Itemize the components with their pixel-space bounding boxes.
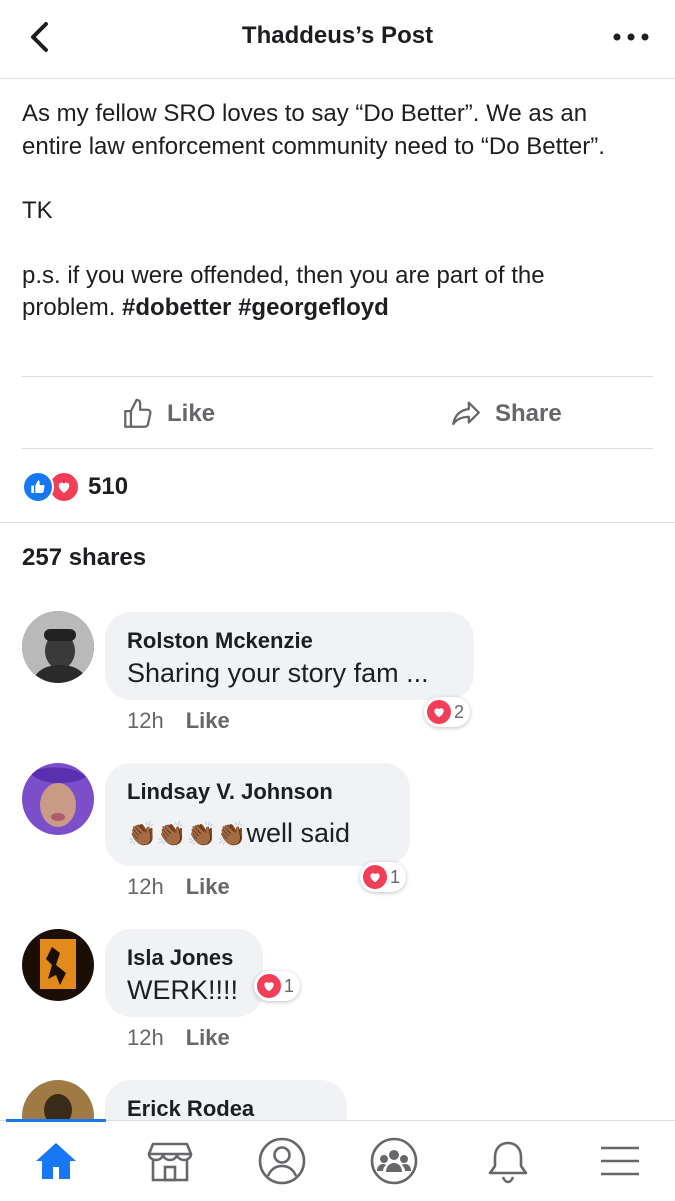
tab-notifications[interactable] [482, 1135, 534, 1187]
comment-time: 12h [127, 708, 164, 733]
more-options-button[interactable] [609, 18, 653, 58]
avatar[interactable] [22, 611, 94, 683]
post-paragraph: As my fellow SRO loves to say “Do Better… [22, 100, 605, 160]
avatar-photo [22, 929, 94, 1001]
tab-home[interactable] [30, 1135, 82, 1187]
comment-author[interactable]: Rolston Mckenzie [127, 628, 313, 654]
comment-like-button[interactable]: Like [186, 874, 230, 899]
comment-bubble[interactable]: Lindsay V. Johnson 👏🏾👏🏾👏🏾👏🏾well said [105, 763, 410, 866]
love-reaction-icon [427, 700, 451, 724]
comment-bubble[interactable]: Rolston Mckenzie Sharing your story fam … [105, 612, 474, 700]
tab-groups[interactable] [368, 1135, 420, 1187]
comment-reaction-badge[interactable]: 1 [254, 971, 301, 1001]
comment-reaction-count: 2 [454, 701, 465, 722]
bottom-tab-bar [0, 1120, 675, 1201]
hashtag-georgefloyd[interactable]: #georgefloyd [238, 294, 389, 321]
reactions-summary[interactable]: 510 [22, 470, 128, 504]
like-button[interactable]: Like [121, 392, 215, 436]
like-label: Like [167, 400, 216, 427]
comment-like-button[interactable]: Like [186, 708, 230, 733]
like-reaction-icon [22, 471, 54, 503]
tab-profile[interactable] [256, 1135, 308, 1187]
hamburger-menu-icon [601, 1146, 639, 1176]
comment-meta: 12h Like [127, 708, 230, 734]
comment-meta: 12h Like [127, 874, 230, 900]
divider [0, 522, 675, 523]
comment-text: WERK!!!! [127, 975, 239, 1005]
avatar-photo [22, 763, 94, 835]
avatar[interactable] [22, 763, 94, 835]
top-bar: Thaddeus’s Post [0, 0, 675, 79]
comment-author[interactable]: Isla Jones [127, 945, 233, 971]
comment-reaction-badge[interactable]: 1 [360, 862, 407, 892]
divider [22, 448, 653, 449]
thumbs-up-icon [124, 398, 152, 428]
reaction-count: 510 [88, 473, 129, 500]
post-signature: TK [22, 197, 53, 224]
avatar-photo [22, 611, 94, 683]
clapping-hands-emoji: 👏🏾👏🏾👏🏾👏🏾 [127, 821, 247, 848]
tab-marketplace[interactable] [144, 1135, 196, 1187]
share-arrow-icon [452, 401, 480, 426]
comment-meta: 12h Like [127, 1025, 230, 1051]
comment-bubble[interactable]: Isla Jones WERK!!!! [105, 929, 263, 1017]
comment-time: 12h [127, 874, 164, 899]
profile-icon [258, 1137, 306, 1185]
page-title: Thaddeus’s Post [241, 22, 434, 49]
comment-author[interactable]: Erick Rodea [127, 1096, 254, 1122]
love-reaction-icon [257, 974, 281, 998]
shares-count[interactable]: 257 shares [22, 544, 146, 572]
hashtag-dobetter[interactable]: #dobetter [122, 294, 231, 321]
post-ps: p.s. if you were offended, then you are … [22, 260, 642, 325]
comment-text: Sharing your story fam ... [127, 658, 429, 688]
active-tab-indicator [6, 1119, 106, 1122]
share-button[interactable]: Share [449, 392, 562, 436]
comment-reaction-count: 1 [390, 866, 401, 887]
post-body: As my fellow SRO loves to say “Do Better… [22, 98, 642, 325]
groups-icon [370, 1137, 418, 1185]
comment-reaction-badge[interactable]: 2 [424, 697, 471, 727]
bell-icon [488, 1141, 528, 1184]
divider [22, 376, 653, 377]
comment-text-body: well said [246, 818, 351, 848]
comment-like-button[interactable]: Like [186, 1025, 230, 1050]
comment-time: 12h [127, 1025, 164, 1050]
share-label: Share [495, 400, 562, 427]
marketplace-icon [147, 1142, 193, 1182]
more-dots-icon [613, 33, 649, 41]
comment-text: 👏🏾👏🏾👏🏾👏🏾well said [127, 818, 350, 849]
comment-reaction-count: 1 [284, 975, 295, 996]
avatar[interactable] [22, 929, 94, 1001]
home-icon [36, 1143, 76, 1179]
love-reaction-icon [363, 865, 387, 889]
comment-author[interactable]: Lindsay V. Johnson [127, 779, 333, 805]
tab-menu[interactable] [594, 1135, 646, 1187]
